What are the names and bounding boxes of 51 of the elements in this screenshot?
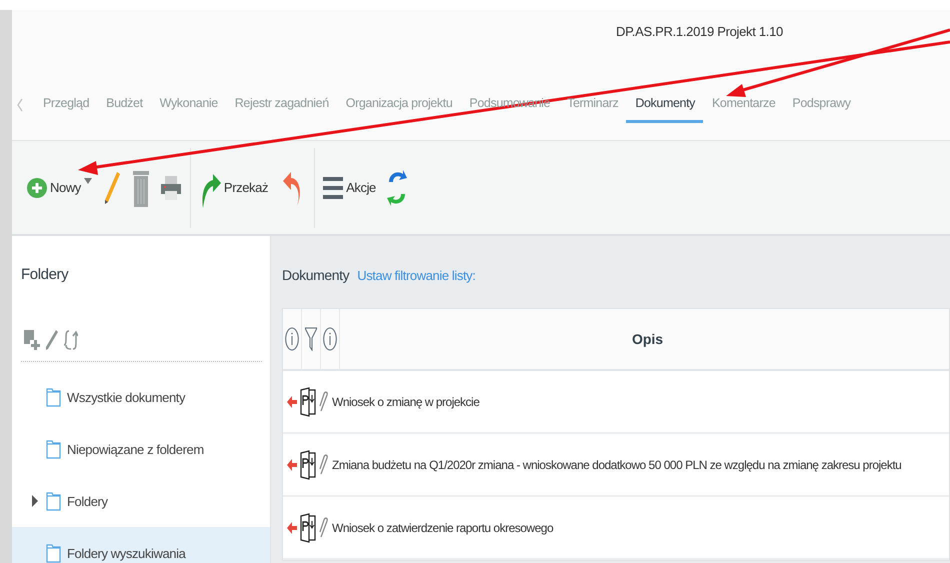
refresh-icon[interactable]	[386, 170, 407, 206]
paperclip-icon	[319, 390, 329, 412]
forward-button[interactable]: Przekaż	[194, 168, 274, 208]
folder-icon	[46, 491, 61, 511]
actions-button[interactable]: Akcje	[318, 176, 381, 198]
caret-down-icon	[84, 178, 92, 184]
sync-icon[interactable]	[64, 329, 78, 351]
table-cell: Wniosek o zmianę w projekcie	[332, 394, 480, 408]
new-button[interactable]: Nowy	[22, 178, 97, 198]
paperclip-icon	[319, 516, 329, 538]
tab[interactable]: Organizacja projektu	[336, 93, 460, 123]
filter-icon[interactable]	[305, 327, 317, 351]
tab[interactable]: Podsprawy	[783, 93, 859, 123]
folder-item[interactable]: Niepowiązane z folderem	[12, 423, 270, 475]
folder-item[interactable]: Foldery	[12, 475, 270, 527]
table-cell: Wniosek o zatwierdzenie raportu okresowego	[332, 520, 554, 534]
tab[interactable]: Rejestr zagadnień	[226, 93, 337, 123]
printer-icon[interactable]	[160, 176, 181, 200]
plus-circle-icon	[27, 178, 47, 198]
menu-icon	[323, 176, 344, 198]
info-icon[interactable]	[323, 327, 337, 351]
tab[interactable]: Wykonanie	[150, 93, 226, 123]
trash-icon[interactable]	[132, 168, 149, 206]
pencil-icon[interactable]	[102, 170, 121, 206]
tab[interactable]: Terminarz	[558, 93, 626, 123]
tab[interactable]: Przegląd	[34, 93, 98, 123]
chevron-left-icon[interactable]	[16, 97, 24, 113]
tab[interactable]: Komentarze	[703, 93, 784, 123]
folder-icon	[46, 387, 61, 407]
caret-right-icon[interactable]	[32, 495, 38, 507]
tab[interactable]: Dokumenty	[626, 93, 703, 123]
arrow-left-icon	[287, 396, 297, 408]
add-folder-icon[interactable]	[24, 330, 40, 350]
table-cell: Zmiana budżetu na Q1/2020r zmiana - wnioskowane dodatkowo 50 000 PLN ze względu na zmianę zakresu projektu	[332, 458, 902, 472]
window-title: DP.AS.PR.1.2019 Projekt 1.10	[616, 24, 783, 39]
paperclip-icon	[319, 454, 329, 476]
pencil-icon[interactable]	[46, 330, 58, 350]
tab[interactable]: Budżet	[97, 93, 151, 123]
arrow-left-icon	[287, 458, 297, 470]
document-icon	[300, 386, 316, 416]
filter-link[interactable]: Ustaw filtrowanie listy:	[357, 268, 476, 283]
folder-icon	[46, 439, 61, 459]
folder-item[interactable]: Wszystkie dokumenty	[12, 371, 270, 423]
folder-item[interactable]: Foldery wyszukiwania	[12, 527, 270, 563]
info-icon[interactable]	[285, 327, 299, 351]
panel-title: Dokumenty	[282, 267, 350, 283]
document-icon	[300, 512, 316, 542]
folder-icon	[46, 543, 61, 563]
document-icon	[300, 450, 316, 480]
panel-title: Foldery	[21, 266, 70, 283]
arrow-left-icon	[287, 522, 297, 534]
